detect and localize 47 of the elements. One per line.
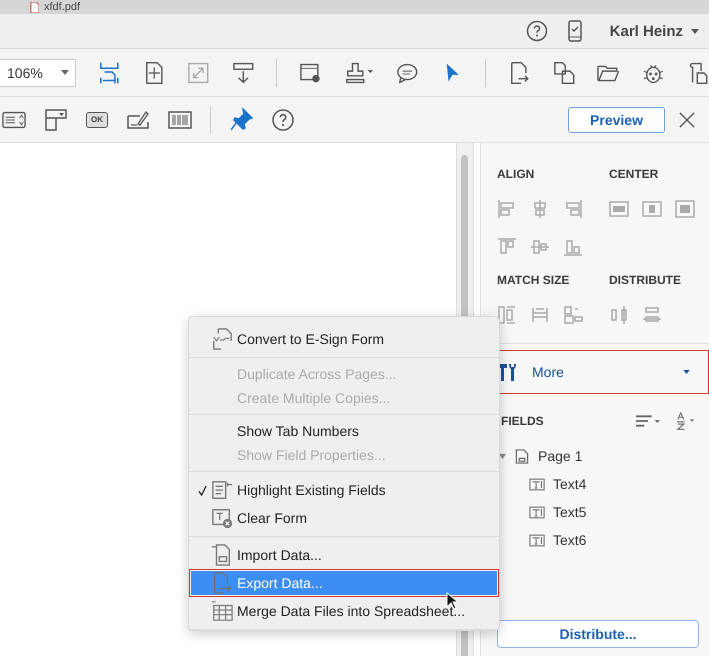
menu-item[interactable]: Merge Data Files into Spreadsheet... — [189, 597, 499, 625]
caret-icon — [61, 70, 70, 75]
preview-button[interactable]: Preview — [568, 106, 665, 132]
help-icon[interactable] — [526, 20, 548, 42]
close-icon[interactable] — [679, 112, 695, 128]
form-fields-icon — [211, 479, 233, 501]
tree-item[interactable]: Text4 — [553, 476, 586, 492]
export-document-icon — [211, 572, 233, 594]
ok-button-tool[interactable]: OK — [86, 112, 108, 128]
menu-item[interactable]: Convert to E-Sign Form — [189, 325, 499, 353]
copy-pages-icon[interactable] — [552, 60, 576, 84]
fit-width-icon[interactable] — [98, 60, 121, 84]
distribute-button[interactable]: Distribute... — [497, 620, 699, 648]
caret-icon — [683, 370, 690, 374]
full-screen-icon — [187, 60, 210, 84]
caret-icon[interactable] — [691, 28, 699, 34]
menu-item[interactable]: Show Tab Numbers — [189, 419, 499, 443]
text-field-icon — [529, 476, 545, 492]
tree-item[interactable]: Text5 — [553, 504, 586, 520]
clear-field-icon — [211, 507, 233, 529]
section-heading: CENTER — [609, 167, 660, 181]
document-tab-title[interactable]: xfdf.pdf — [44, 1, 80, 13]
section-heading: MATCH SIZE — [497, 273, 570, 287]
dropdown-field-icon[interactable] — [44, 108, 68, 132]
help-icon[interactable] — [271, 108, 295, 132]
export-document-icon[interactable] — [508, 60, 531, 84]
menu-item[interactable]: Clear Form — [189, 504, 499, 532]
tree-item[interactable]: Page 1 — [538, 448, 582, 464]
text-field-icon — [529, 532, 545, 548]
import-document-icon — [211, 544, 233, 566]
zoom-dropdown[interactable]: 106% — [0, 58, 76, 86]
user-name-menu[interactable]: Karl Heinz — [610, 22, 683, 40]
text-field-icon — [529, 504, 545, 520]
section-heading: FIELDS — [501, 414, 545, 428]
tree-item[interactable]: Text6 — [553, 532, 586, 548]
stamp-icon[interactable] — [344, 60, 374, 84]
menu-item[interactable]: Highlight Existing Fields — [189, 476, 499, 504]
sign-document-icon — [211, 328, 233, 350]
expand-arrow-icon[interactable] — [499, 452, 506, 460]
spreadsheet-icon — [211, 600, 233, 622]
section-heading: ALIGN — [497, 167, 536, 181]
menu-item[interactable]: Import Data... — [189, 541, 499, 569]
section-heading: DISTRIBUTE — [609, 273, 682, 287]
pdf-file-icon — [30, 2, 39, 12]
page-icon — [514, 448, 530, 464]
pin-icon[interactable] — [229, 108, 253, 132]
scroll-down-icon[interactable] — [232, 60, 254, 84]
